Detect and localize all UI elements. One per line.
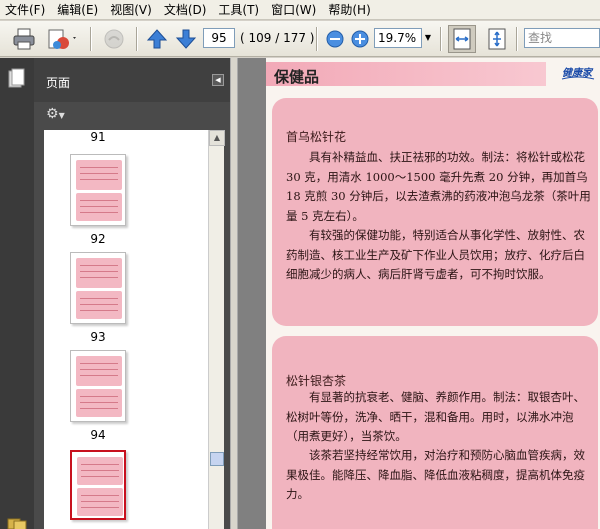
zoom-in-button[interactable] — [350, 25, 370, 53]
zoom-input[interactable]: 19.7% — [374, 28, 422, 48]
thumbnail-page-95-selected[interactable] — [70, 450, 126, 520]
sign-button[interactable] — [100, 25, 128, 53]
scrollbar-thumb[interactable] — [210, 452, 224, 466]
thumbnail-page-92[interactable] — [70, 154, 126, 226]
search-input[interactable]: 查找 — [524, 28, 600, 48]
minus-circle-icon — [326, 30, 344, 48]
fit-width-icon — [453, 28, 471, 50]
thumbnail-scrollbar[interactable]: ▲ — [208, 130, 225, 529]
gear-icon: ⚙ — [46, 106, 59, 122]
share-button[interactable] — [44, 25, 80, 53]
menu-document[interactable]: 文档(D) — [158, 0, 213, 20]
printer-icon — [13, 28, 35, 50]
previous-page-button[interactable] — [145, 25, 169, 53]
page-number-input[interactable]: 95 — [203, 28, 235, 48]
zoom-dropdown-arrow[interactable]: ▼ — [422, 28, 434, 48]
menu-bar: 文件(F) 编辑(E) 视图(V) 文档(D) 工具(T) 窗口(W) 帮助(H… — [0, 0, 600, 20]
panel-title: 页面 — [46, 76, 71, 90]
thumbnail-page-93[interactable] — [70, 252, 126, 324]
menu-file[interactable]: 文件(F) — [0, 0, 51, 20]
panel-header: 页面 ◀ — [34, 58, 230, 102]
chevron-down-icon: ▼ — [58, 111, 65, 120]
thumbnail-page-94[interactable] — [70, 350, 126, 422]
scroll-up-button[interactable]: ▲ — [209, 130, 225, 146]
article-title-2: 松针银杏茶 — [286, 374, 347, 388]
document-page: 保健品 健康家 首乌松针花 具有补精益血、扶正祛邪的功效。制法：将松针或松花 3… — [266, 58, 600, 529]
article-paragraph-1: 具有补精益血、扶正祛邪的功效。制法：将松针或松花 30 克，用清水 1000～1… — [286, 150, 591, 223]
logo-icon: 健康家 — [561, 67, 595, 80]
heading-band: 保健品 — [266, 62, 546, 86]
pages-panel: 页面 ◀ ⚙▼ 91 92 93 94 ▲ — [34, 58, 230, 529]
hand-sign-icon — [104, 29, 124, 49]
panel-splitter[interactable] — [230, 58, 238, 529]
article-card-2: 松针银杏茶 有显著的抗衰老、健脑、养颜作用。制法：取银杏叶、松树叶等份，洗净、晒… — [272, 336, 598, 529]
article-card-1: 首乌松针花 具有补精益血、扶正祛邪的功效。制法：将松针或松花 30 克，用清水 … — [272, 98, 598, 326]
menu-edit[interactable]: 编辑(E) — [51, 0, 104, 20]
article-paragraph-4: 该茶若坚持经常饮用，对治疗和预防心脑血管疾病，效果极佳。能降压、降血脂、降低血液… — [286, 448, 585, 501]
arrow-up-icon — [146, 29, 168, 49]
thumbnail-label: 91 — [90, 130, 106, 144]
fit-page-icon — [488, 28, 506, 50]
toolbar: 95 ( 109 / 177 ) 19.7% ▼ 查找 — [0, 21, 600, 57]
document-share-icon — [48, 29, 76, 49]
menu-window[interactable]: 窗口(W) — [265, 0, 322, 20]
article-paragraph-2: 有较强的保健功能，特别适合从事化学性、放射性、农药制造、核工业生产及矿下作业人员… — [286, 228, 585, 281]
thumbnail-list: 91 92 93 94 — [44, 130, 208, 529]
collapse-panel-button[interactable]: ◀ — [212, 74, 224, 86]
article-paragraph-3: 有显著的抗衰老、健脑、养颜作用。制法：取银杏叶、松树叶等份，洗净、晒干，混和备用… — [286, 390, 585, 443]
thumbnail-label: 92 — [90, 232, 106, 246]
page-heading: 保健品 — [274, 68, 320, 86]
fit-width-button[interactable] — [448, 25, 476, 53]
menu-help[interactable]: 帮助(H) — [322, 0, 376, 20]
pages-icon[interactable] — [8, 68, 26, 90]
article-title-1: 首乌松针花 — [286, 130, 347, 144]
zoom-out-button[interactable] — [325, 25, 345, 53]
thumbnail-label: 93 — [90, 330, 106, 344]
plus-circle-icon — [351, 30, 369, 48]
thumbnail-label: 94 — [90, 428, 106, 442]
document-view: 保健品 健康家 首乌松针花 具有补精益血、扶正祛邪的功效。制法：将松针或松花 3… — [238, 58, 600, 529]
fit-page-button[interactable] — [484, 25, 510, 53]
navigation-strip — [0, 58, 34, 529]
page-count: ( 109 / 177 ) — [240, 31, 315, 45]
attachments-icon[interactable] — [6, 516, 28, 529]
options-button[interactable]: ⚙▼ — [46, 106, 76, 126]
menu-tools[interactable]: 工具(T) — [212, 0, 265, 20]
next-page-button[interactable] — [174, 25, 198, 53]
menu-view[interactable]: 视图(V) — [104, 0, 158, 20]
arrow-down-icon — [175, 29, 197, 49]
print-button[interactable] — [10, 25, 38, 53]
logo: 健康家 — [560, 62, 596, 82]
